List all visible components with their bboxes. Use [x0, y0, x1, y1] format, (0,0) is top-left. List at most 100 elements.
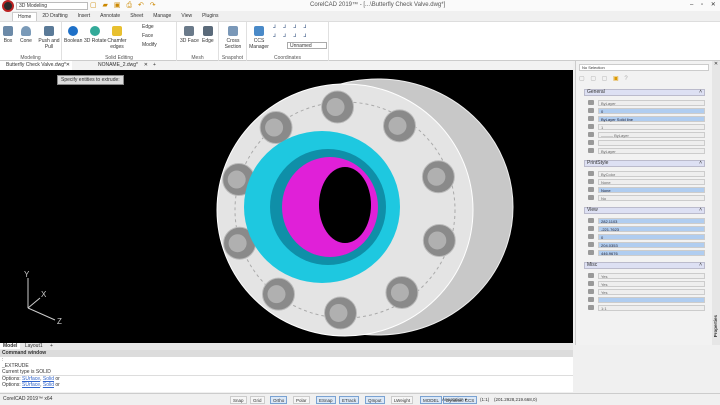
boolean-icon [68, 26, 79, 36]
property-field[interactable]: ByLayer Solid line [598, 116, 705, 122]
workspace-select[interactable]: 3D Modeling [16, 2, 88, 10]
3d-face-icon [184, 26, 195, 36]
ribbon: Box Cone Push and Pull Modeling Boolean … [0, 21, 720, 61]
property-icon [588, 195, 594, 200]
group-coordinates: CCS Manager ⅃ ⅃ ⅃ ⅃ ⅃ ⅃ ⅃ ⅃ Unnamed Coor… [247, 22, 329, 61]
3d-face-button[interactable]: 3D Face [180, 26, 199, 44]
toggle-snap[interactable]: Snap [230, 396, 247, 404]
bolt-head [267, 285, 286, 304]
quick-access-toolbar[interactable]: ▢ ▰ ▣ ⎙ ↶ ↷ [90, 1, 158, 10]
annotation-scale[interactable]: (1:1) [478, 396, 491, 404]
close-icon[interactable]: ✕ [144, 61, 148, 70]
command-window[interactable]: : _EXTRUDE Current type is SOLID Options… [0, 357, 573, 392]
drawing-viewport[interactable]: Y X Z [0, 70, 573, 343]
3d-rotate-button[interactable]: 3D Rotate [84, 26, 107, 44]
property-field[interactable]: 1:1 [598, 305, 705, 311]
toggle-qinput[interactable]: QInput [365, 396, 385, 404]
rotate-icon [90, 26, 101, 36]
property-icon [588, 218, 594, 223]
solid-option[interactable]: Solid [43, 382, 54, 388]
tab-view[interactable]: View [176, 12, 197, 21]
property-field[interactable]: 204.0353 [598, 242, 705, 248]
tab-manage[interactable]: Manage [148, 12, 176, 21]
cross-section-button[interactable]: Cross Section [223, 26, 243, 50]
valve-model: Y X Z [24, 78, 514, 337]
property-field[interactable]: 0 [598, 234, 705, 240]
doc-tab-noname[interactable]: NONAME_2.dwg* ✕ [80, 61, 150, 70]
tab-home[interactable]: Home [12, 12, 38, 21]
window-controls[interactable]: – ▫ ✕ [690, 1, 719, 8]
close-icon[interactable]: ✕ [712, 61, 720, 67]
tab-2d-drafting[interactable]: 2D Drafting [37, 12, 72, 21]
box-button[interactable]: Box [3, 26, 13, 44]
section-printstyle[interactable]: PrintStyle ˄ [584, 160, 705, 167]
section-general[interactable]: General ˄ [584, 89, 705, 96]
edge-menu[interactable]: Edge [142, 23, 154, 31]
tab-annotate[interactable]: Annotate [95, 12, 125, 21]
toggle-model[interactable]: MODEL [420, 396, 443, 404]
property-field[interactable]: 1 [598, 124, 705, 130]
properties-toolbar[interactable]: ▢ ▢ ▢ ▣ ? [579, 75, 630, 82]
property-field[interactable]: ——— ByLayer [598, 132, 705, 138]
properties-panel: No Selection ▢ ▢ ▢ ▣ ? General ˄ ByLayer 0 B… [575, 61, 712, 345]
property-icon [588, 108, 594, 113]
mesh-edge-button[interactable]: Edge [202, 26, 214, 44]
surface-option[interactable]: SUrface [22, 382, 40, 388]
property-field[interactable]: 446.9676 [598, 250, 705, 256]
tab-layout1[interactable]: Layout1 [22, 343, 46, 349]
properties-side-tab[interactable]: Properties [713, 315, 718, 337]
command-window-title: Command window [0, 350, 573, 357]
face-menu[interactable]: Face [142, 32, 153, 40]
ccs-tools[interactable]: ⅃ ⅃ ⅃ ⅃ [273, 23, 309, 31]
selection-select[interactable]: No Selection [579, 64, 709, 71]
section-view[interactable]: View ˄ [584, 207, 705, 214]
tab-sheet[interactable]: Sheet [125, 12, 148, 21]
property-field[interactable]: ByColor [598, 171, 705, 177]
toggle-ortho[interactable]: Ortho [270, 396, 288, 404]
toggle-etrack[interactable]: ETrack [339, 396, 360, 404]
ccs-manager-button[interactable]: CCS Manager [249, 26, 269, 50]
model-tabs: Model Layout1 + [0, 343, 573, 350]
property-field[interactable]: Yes [598, 273, 705, 279]
ccs-select[interactable]: Unnamed [287, 42, 327, 49]
toggle-esnap[interactable]: ESnap [316, 396, 336, 404]
status-bar: CorelCAD 2019™ x64 Snap Grid Ortho Polar ESn… [0, 393, 720, 405]
tab-plugins[interactable]: Plugins [197, 12, 223, 21]
new-tab-button[interactable]: + [150, 61, 156, 70]
push-pull-button[interactable]: Push and Pull [38, 26, 60, 50]
toggle-polar[interactable]: Polar [293, 396, 310, 404]
property-field[interactable]: ByLayer [598, 100, 705, 106]
property-field[interactable] [598, 140, 705, 146]
axis-icon [27, 278, 56, 321]
group-modeling: Box Cone Push and Pull Modeling [0, 22, 62, 61]
axis-z-label: Z [57, 317, 62, 326]
property-field[interactable]: -221.7623 [598, 226, 705, 232]
tab-insert[interactable]: Insert [73, 12, 96, 21]
property-field[interactable]: No [598, 195, 705, 201]
property-field[interactable]: 282.1103 [598, 218, 705, 224]
property-field[interactable]: None [598, 187, 705, 193]
property-field[interactable]: Yes [598, 289, 705, 295]
window-title: CorelCAD 2019™ - [...\Butterfly Check Va… [310, 2, 446, 8]
toggle-grid[interactable]: Grid [250, 396, 265, 404]
property-icon [588, 273, 594, 278]
property-field[interactable]: 0 [598, 108, 705, 114]
bolt-head [329, 303, 348, 322]
property-field[interactable]: None [598, 179, 705, 185]
close-icon[interactable]: ✕ [66, 61, 70, 70]
section-misc[interactable]: Misc ˄ [584, 262, 705, 269]
boolean-button[interactable]: Boolean [64, 26, 82, 44]
app-logo-icon[interactable] [2, 0, 14, 12]
annotation-select[interactable]: Annotation ▾ [440, 396, 469, 404]
chamfer-edges-button[interactable]: Chamfer edges [106, 26, 128, 50]
toggle-lweight[interactable]: LWeight [391, 396, 414, 404]
property-field[interactable]: ByLayer [598, 148, 705, 154]
cone-button[interactable]: Cone [20, 26, 32, 44]
add-layout-button[interactable]: + [47, 343, 56, 349]
tab-model[interactable]: Model [0, 343, 21, 349]
ccs-tools-2[interactable]: ⅃ ⅃ ⅃ ⅃ [273, 32, 309, 40]
property-field[interactable]: Yes [598, 281, 705, 287]
doc-tab-butterfly[interactable]: Butterfly Check Valve.dwg* ✕ [0, 61, 72, 70]
property-field[interactable] [598, 297, 705, 303]
modify-menu[interactable]: Modify [142, 41, 157, 49]
